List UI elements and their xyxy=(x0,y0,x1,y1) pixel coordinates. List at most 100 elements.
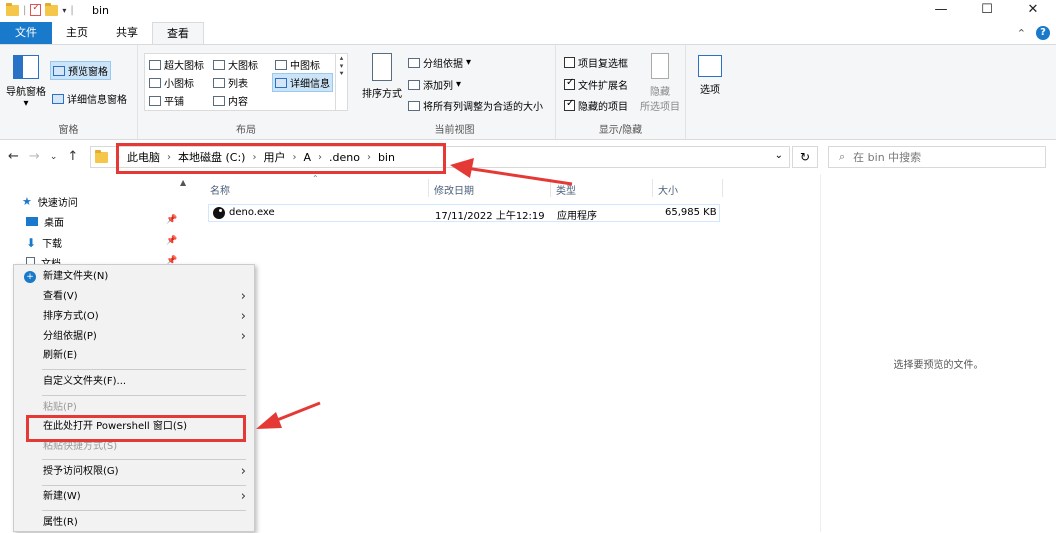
table-row[interactable]: deno.exe 17/11/2022 上午12:19 应用程序 65,985 … xyxy=(208,204,720,222)
menu-item-customize-folder[interactable]: 自定义文件夹(F)... xyxy=(14,372,254,392)
sort-by-icon xyxy=(372,53,392,81)
pin-icon[interactable]: 📌 xyxy=(166,215,177,225)
menu-separator xyxy=(42,510,246,511)
address-highlight-box xyxy=(116,143,446,174)
properties-icon[interactable] xyxy=(30,3,42,16)
menu-separator xyxy=(42,459,246,460)
tiles-icon xyxy=(149,95,161,106)
layout-extra-large-icons[interactable]: 超大图标 xyxy=(149,57,204,72)
tab-home[interactable]: 主页 xyxy=(52,22,102,44)
medium-icons-icon xyxy=(275,59,287,70)
preview-pane-button[interactable]: 预览窗格 xyxy=(50,61,111,80)
menu-item-refresh[interactable]: 刷新(E) xyxy=(14,346,254,366)
nav-pane-button[interactable]: 导航窗格 ▾ xyxy=(4,55,48,109)
layout-large-icons[interactable]: 大图标 xyxy=(213,57,258,72)
nav-item-quick-access[interactable]: ★ 快速访问 xyxy=(22,194,78,209)
layout-medium-icons[interactable]: 中图标 xyxy=(275,57,320,72)
close-button[interactable]: ✕ xyxy=(1010,0,1056,22)
back-icon[interactable]: ← xyxy=(8,149,19,165)
chevron-right-icon: › xyxy=(240,464,246,479)
menu-item-sort-by[interactable]: 排序方式(O) › xyxy=(14,307,254,327)
layout-gallery-scroll[interactable]: ▴ ▾ ⯆ xyxy=(335,54,347,110)
title-bar: | ▾ | bin — ☐ ✕ xyxy=(0,0,1056,22)
menu-item-new-folder[interactable]: + 新建文件夹(N) xyxy=(14,267,254,287)
new-folder-icon[interactable] xyxy=(45,2,59,16)
layout-list[interactable]: 列表 xyxy=(213,75,248,90)
menu-item-properties[interactable]: 属性(R) xyxy=(14,513,254,533)
item-checkboxes-checkbox[interactable] xyxy=(564,57,575,68)
menu-separator xyxy=(42,485,246,486)
menu-item-view[interactable]: 查看(V) › xyxy=(14,287,254,307)
current-view-group: 排序方式 分组依据 ▾ 添加列 ▾ 将所有列调整为合适的大小 当前视图 xyxy=(354,45,556,139)
file-extensions-checkbox[interactable] xyxy=(564,77,575,90)
chevron-right-icon: › xyxy=(240,329,246,344)
up-icon[interactable]: ↑ xyxy=(67,149,78,165)
maximize-button[interactable]: ☐ xyxy=(964,0,1010,22)
column-modified[interactable]: 修改日期 xyxy=(434,182,474,197)
panes-group-label: 窗格 xyxy=(58,125,79,136)
hide-selected-icon xyxy=(651,53,669,79)
column-divider[interactable] xyxy=(722,179,723,197)
menu-item-give-access[interactable]: 授予访问权限(G) › xyxy=(14,462,254,482)
minimize-button[interactable]: — xyxy=(918,0,964,22)
powershell-highlight-box xyxy=(26,415,246,442)
collapse-ribbon-icon[interactable]: ⌃ xyxy=(1017,27,1026,40)
item-checkboxes-toggle[interactable]: 项目复选框 xyxy=(564,55,628,70)
column-type[interactable]: 类型 xyxy=(556,182,576,197)
options-icon xyxy=(698,55,722,77)
layout-small-icons[interactable]: 小图标 xyxy=(149,75,194,90)
hidden-items-toggle[interactable]: 隐藏的项目 xyxy=(564,98,628,113)
hide-selected-button[interactable]: 隐藏 所选项目 xyxy=(636,53,684,113)
forward-icon[interactable]: → xyxy=(29,149,40,165)
file-extensions-toggle[interactable]: 文件扩展名 xyxy=(564,77,628,92)
hidden-items-checkbox[interactable] xyxy=(564,98,575,111)
column-size[interactable]: 大小 xyxy=(658,182,678,197)
details-pane-button[interactable]: 详细信息窗格 xyxy=(52,91,127,106)
ribbon: 导航窗格 ▾ 预览窗格 详细信息窗格 窗格 布局 超大图标 大图标 中图标 小图… xyxy=(0,44,1056,140)
menu-item-group-by[interactable]: 分组依据(P) › xyxy=(14,327,254,347)
layout-details[interactable]: 详细信息 xyxy=(272,73,333,92)
column-divider[interactable] xyxy=(550,179,551,197)
pin-icon[interactable]: 📌 xyxy=(166,236,177,246)
nav-item-downloads[interactable]: ⬇ 下载 xyxy=(26,235,62,251)
help-icon[interactable]: ? xyxy=(1036,26,1050,40)
add-columns-button[interactable]: 添加列 ▾ xyxy=(408,77,461,92)
nav-item-desktop[interactable]: 桌面 xyxy=(26,214,64,229)
layout-gallery: 超大图标 大图标 中图标 小图标 列表 详细信息 平铺 内容 ▴ ▾ ⯆ xyxy=(144,53,348,111)
fit-columns-button[interactable]: 将所有列调整为合适的大小 xyxy=(408,98,543,113)
file-type: 应用程序 xyxy=(557,211,597,222)
layout-content[interactable]: 内容 xyxy=(213,93,248,108)
extra-large-icons-icon xyxy=(149,59,161,70)
refresh-button[interactable]: ↻ xyxy=(792,146,818,168)
column-divider[interactable] xyxy=(428,179,429,197)
file-name: deno.exe xyxy=(229,207,275,218)
search-input[interactable]: ⌕ 在 bin 中搜索 xyxy=(828,146,1046,168)
sort-by-button[interactable]: 排序方式 xyxy=(360,53,404,100)
menu-item-new[interactable]: 新建(W) › xyxy=(14,487,254,507)
column-name[interactable]: 名称 xyxy=(210,182,230,197)
fit-columns-icon xyxy=(408,100,420,111)
preview-empty-text: 选择要预览的文件。 xyxy=(893,360,984,371)
details-pane-icon xyxy=(52,93,64,104)
file-size: 65,985 KB xyxy=(665,207,717,218)
layout-tiles[interactable]: 平铺 xyxy=(149,93,184,108)
chevron-down-icon[interactable]: ⌄ xyxy=(775,150,783,161)
list-icon xyxy=(213,77,225,88)
tab-file[interactable]: 文件 xyxy=(0,22,52,44)
column-divider[interactable] xyxy=(652,179,653,197)
group-by-button[interactable]: 分组依据 ▾ xyxy=(408,55,471,70)
sort-arrow-icon: ⌃ xyxy=(312,174,319,183)
content-icon xyxy=(213,95,225,106)
folder-icon xyxy=(95,149,108,163)
panes-group: 导航窗格 ▾ 预览窗格 详细信息窗格 窗格 xyxy=(0,45,138,139)
scroll-up-icon[interactable]: ▲ xyxy=(180,178,186,187)
show-hide-group: 项目复选框 文件扩展名 隐藏的项目 隐藏 所选项目 显示/隐藏 xyxy=(556,45,686,139)
customize-toolbar-icon[interactable]: ▾ xyxy=(62,6,66,15)
chevron-right-icon: › xyxy=(240,289,246,304)
small-icons-icon xyxy=(149,77,161,88)
options-button[interactable]: 选项 xyxy=(690,55,730,96)
recent-locations-icon[interactable]: ⌄ xyxy=(50,149,58,165)
tab-view[interactable]: 查看 xyxy=(152,22,204,44)
tab-share[interactable]: 共享 xyxy=(102,22,152,44)
ribbon-tabs: 文件 主页 共享 查看 ⌃ ? xyxy=(0,22,1056,44)
